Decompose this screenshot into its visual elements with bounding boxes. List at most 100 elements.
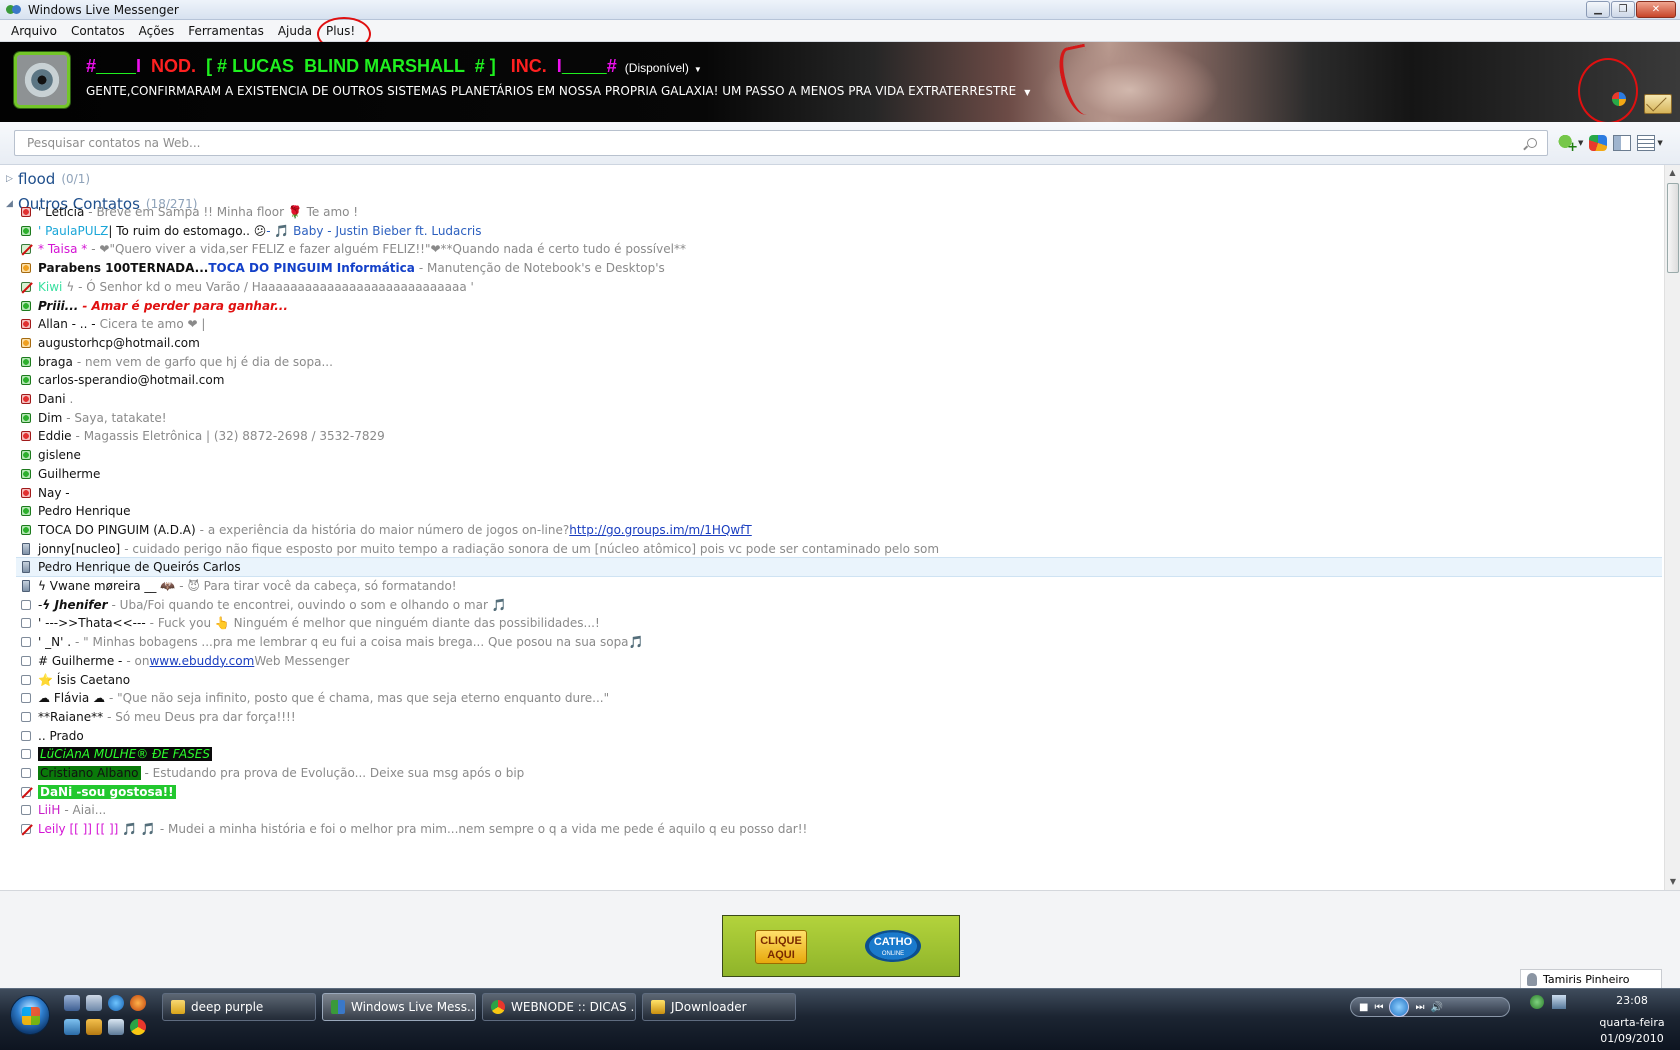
previous-icon[interactable]: ⏮ xyxy=(1374,1002,1383,1013)
task-jdownloader[interactable]: JDownloader xyxy=(642,993,796,1021)
contact-row[interactable]: Cristiano Albano - Estudando pra prova d… xyxy=(16,763,1662,783)
contact-link[interactable]: www.ebuddy.com xyxy=(149,654,254,668)
mail-icon[interactable] xyxy=(1644,94,1672,114)
menu-ajuda[interactable]: Ajuda xyxy=(271,24,319,38)
chevron-down-icon[interactable]: ▼ xyxy=(1578,139,1583,147)
contact-row[interactable]: Allan - .. - Cicera te amo ❤ | xyxy=(16,314,1662,334)
scrollbar[interactable]: ▲ ▼ xyxy=(1664,165,1680,890)
contact-name: Cristiano Albano xyxy=(38,766,141,780)
contact-row[interactable]: ' Letícia - Breve em Sampa !! Minha floor… xyxy=(16,202,1662,222)
task-deep-purple[interactable]: deep purple xyxy=(162,993,316,1021)
contact-message: - 😈 Para tirar você da cabeça, só format… xyxy=(179,579,457,593)
status-selector[interactable]: (Disponível) ▼ xyxy=(625,61,702,75)
signed-in-user[interactable]: Tamiris Pinheiro xyxy=(1520,969,1662,989)
scroll-up-icon[interactable]: ▲ xyxy=(1665,165,1680,181)
menu-plus[interactable]: Plus! xyxy=(316,16,372,51)
contact-message: - Uba/Foi quando te encontrei, ouvindo o… xyxy=(111,597,507,612)
media-icon[interactable] xyxy=(86,1019,102,1035)
computer-icon[interactable] xyxy=(86,995,102,1011)
menu-acoes[interactable]: Ações xyxy=(132,24,182,38)
menu-arquivo[interactable]: Arquivo xyxy=(4,24,64,38)
contact-row[interactable]: **Raiane** - Só meu Deus pra dar força!!… xyxy=(16,707,1662,727)
contact-row[interactable]: LiiH - Aiai... xyxy=(16,800,1662,820)
contact-row[interactable]: braga - nem vem de garfo que hj é dia de… xyxy=(16,352,1662,372)
expand-icon[interactable]: ▷ xyxy=(6,174,16,184)
contact-row[interactable]: Kiwi ϟ - Ó Senhor kd o meu Varão / Haaaa… xyxy=(16,277,1662,297)
options-menu-icon[interactable] xyxy=(1637,135,1656,151)
stop-icon[interactable]: ■ xyxy=(1359,1002,1368,1013)
contact-row[interactable]: ϟ Vwaոe møreira __ 🦇 - 😈 Para tirar você… xyxy=(16,576,1662,596)
task-webnode[interactable]: WEBNODE :: DICAS ... xyxy=(482,993,636,1021)
menu-contatos[interactable]: Contatos xyxy=(64,24,132,38)
contact-row[interactable]: ⭐ Ísis Caetano xyxy=(16,670,1662,690)
messenger-quicklaunch-icon[interactable] xyxy=(64,1019,80,1035)
menu-ferramentas[interactable]: Ferramentas xyxy=(181,24,271,38)
group-flood[interactable]: ▷ flood (0/1) xyxy=(6,168,90,190)
contact-row[interactable]: Pedro Henrique xyxy=(16,501,1662,521)
scroll-thumb[interactable] xyxy=(1667,183,1679,273)
contact-row[interactable]: augustorhcp@hotmail.com xyxy=(16,333,1662,353)
volume-icon[interactable]: 🔊 xyxy=(1430,1002,1442,1013)
contact-message: - Magassis Eletrônica | (32) 8872-2698 /… xyxy=(75,429,385,444)
contact-row[interactable]: ' _N' . - " Minhas bobagens ...pra me le… xyxy=(16,632,1662,652)
show-desktop-icon[interactable] xyxy=(64,995,80,1011)
contact-row[interactable]: DaNi -sou gostosa!! xyxy=(16,782,1662,802)
clock[interactable]: 23:08 quarta-feira 01/09/2010 xyxy=(1588,993,1676,1047)
contact-row[interactable]: Leily [[ ]] [[ ]] 🎵 🎵 - Mudei a minha hi… xyxy=(16,819,1662,839)
contact-row[interactable]: * Taisa * - ❤"Quero viver a vida,ser FEL… xyxy=(16,239,1662,259)
contact-row[interactable]: carlos-sperandio@hotmail.com xyxy=(16,370,1662,390)
status-online-icon xyxy=(21,300,31,311)
close-button[interactable]: ✕ xyxy=(1636,1,1676,18)
next-icon[interactable]: ⏭ xyxy=(1415,1002,1424,1013)
firefox-icon[interactable] xyxy=(130,995,146,1011)
contact-row[interactable]: ' PaulaPULZ | To ruim do estomago.. 😕 - … xyxy=(16,221,1662,241)
contact-row[interactable]: Parabens 100TERNADA... TOCA DO PINGUIM In… xyxy=(16,258,1662,278)
name-part xyxy=(96,56,136,77)
pause-button[interactable] xyxy=(1389,997,1410,1017)
contact-message: - cuidado perigo não fique esposto por m… xyxy=(124,541,940,556)
contact-row[interactable]: Priii... - Amar é perder para ganhar... xyxy=(16,296,1662,316)
contact-row[interactable]: Nay - xyxy=(16,483,1662,503)
contact-row[interactable]: .. Prado xyxy=(16,726,1662,746)
contact-row[interactable]: Pedro Henrique de Queirós Carlos xyxy=(16,557,1662,578)
contact-row[interactable]: TOCA DO PINGUIM (A.D.A) - a experiência … xyxy=(16,520,1662,540)
avatar[interactable] xyxy=(14,52,70,108)
contact-row[interactable]: gislene xyxy=(16,445,1662,465)
task-messenger[interactable]: Windows Live Mess... xyxy=(322,993,476,1021)
add-contact-icon[interactable] xyxy=(1558,135,1578,155)
ad-click-button[interactable]: CLIQUE AQUI xyxy=(755,930,807,964)
collapse-icon[interactable]: ◢ xyxy=(6,199,16,209)
maximize-button[interactable]: ❐ xyxy=(1611,1,1635,18)
contact-row[interactable]: -ϟ Jhenifer - Uba/Foi quando te encontre… xyxy=(16,595,1662,615)
search-icon[interactable] xyxy=(1527,138,1537,148)
chrome-icon[interactable] xyxy=(130,1019,146,1035)
layout-icon[interactable] xyxy=(1613,135,1632,151)
contact-row[interactable]: Dim - Saya, tatakate! xyxy=(16,408,1662,428)
monitor-icon[interactable] xyxy=(1552,995,1566,1009)
annotation-circle xyxy=(1578,58,1638,122)
contact-row[interactable]: # Guilherme - - on www.ebuddy.com Web Me… xyxy=(16,651,1662,671)
contact-row[interactable]: ' --->>Thata<<--- - Fuck you 👆 Ninguém é… xyxy=(16,613,1662,633)
contact-list[interactable]: ▷ flood (0/1) ◢ Outros Contatos (18/271)… xyxy=(0,165,1664,890)
contact-row[interactable]: LüCiAnA MULHE® ÐE FASES xyxy=(16,744,1662,764)
contact-row[interactable]: Eddie - Magassis Eletrônica | (32) 8872-… xyxy=(16,426,1662,446)
minimize-button[interactable]: ▁ xyxy=(1586,1,1610,18)
advertisement-banner[interactable]: CLIQUE AQUI CATHO ONLINE xyxy=(722,915,960,977)
start-button[interactable] xyxy=(10,995,50,1035)
messenger-plus-icon[interactable] xyxy=(1610,90,1628,108)
tool-icon[interactable] xyxy=(108,1019,124,1035)
status-mobile-icon xyxy=(22,542,30,555)
messenger-services-icon[interactable] xyxy=(1589,135,1608,151)
display-name[interactable]: # I NOD. [ # LUCAS BLIND MARSHALL # ] IN… xyxy=(86,56,702,77)
contact-row[interactable]: ☁ Flávia ☁ - "Que não seja infinito, pos… xyxy=(16,688,1662,708)
contact-row[interactable]: jonny[nucleo] - cuidado perigo não fique… xyxy=(16,539,1662,559)
chevron-down-icon[interactable]: ▼ xyxy=(1657,139,1662,147)
contact-link[interactable]: http://go.groups.im/m/1HQwfT xyxy=(569,523,752,537)
network-icon[interactable] xyxy=(1530,995,1544,1009)
contact-row[interactable]: Guilherme xyxy=(16,464,1662,484)
contact-row[interactable]: Dani . xyxy=(16,389,1662,409)
scroll-down-icon[interactable]: ▼ xyxy=(1665,874,1680,890)
search-input[interactable] xyxy=(27,136,1535,150)
internet-explorer-icon[interactable] xyxy=(108,995,124,1011)
personal-message[interactable]: GENTE,CONFIRMARAM A EXISTENCIA DE OUTROS… xyxy=(86,84,1030,98)
